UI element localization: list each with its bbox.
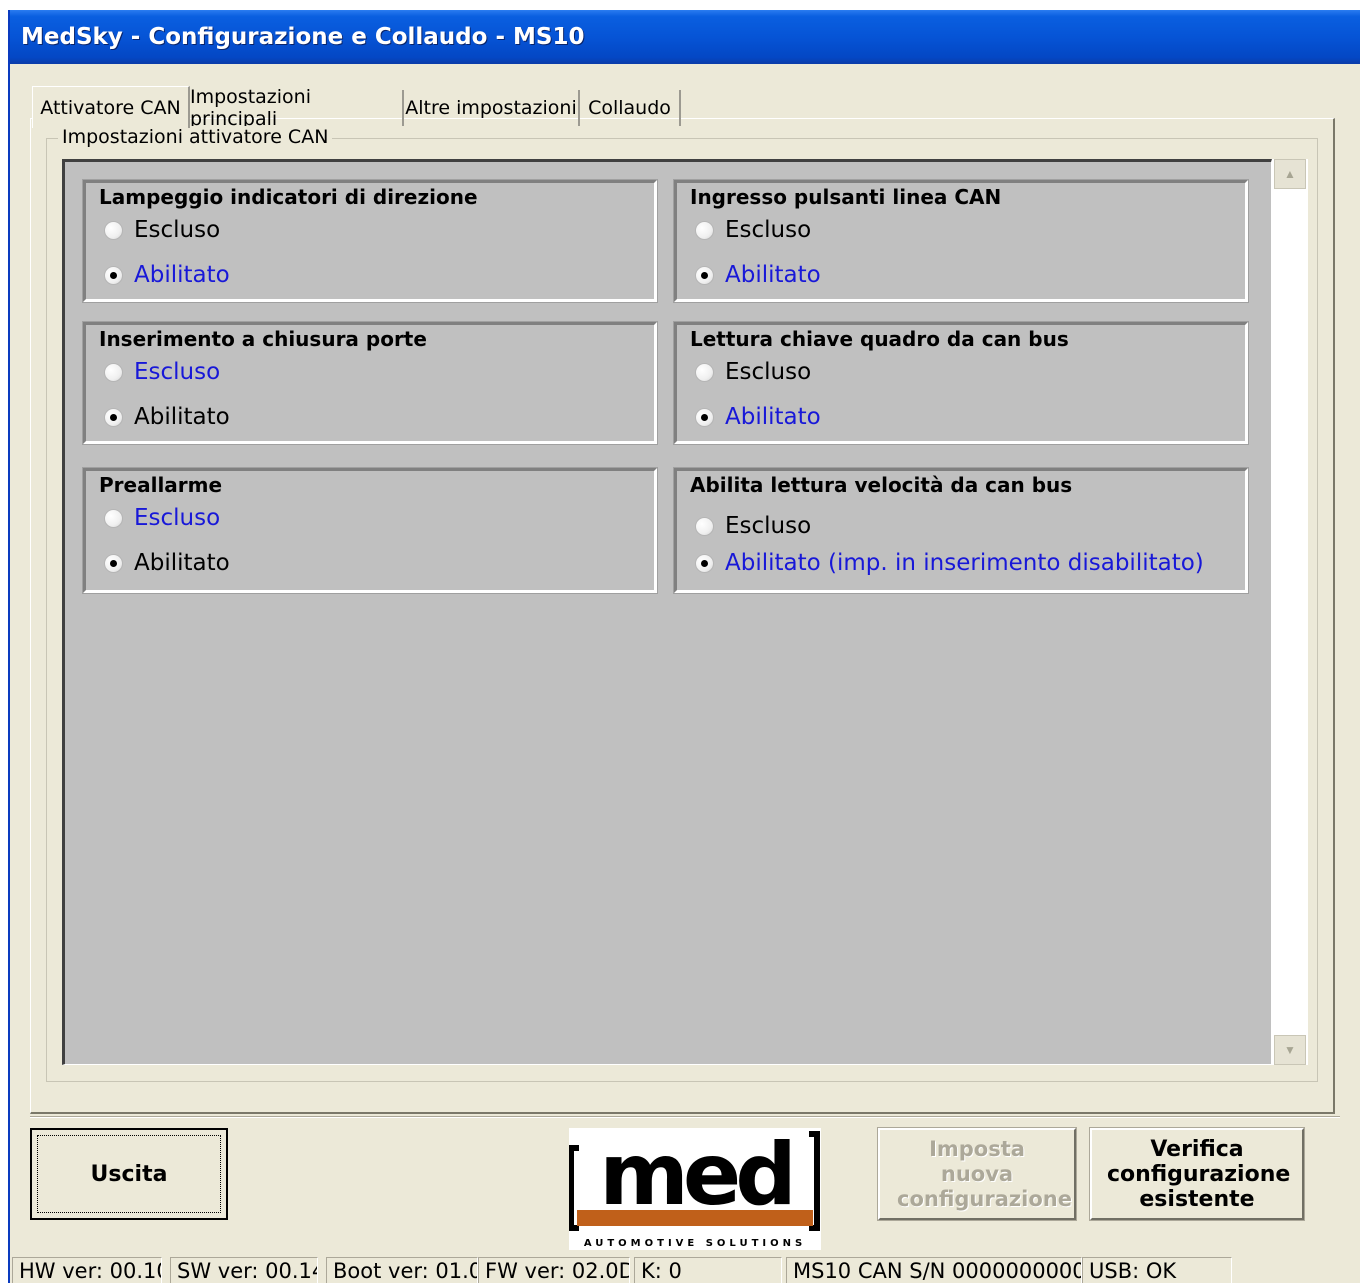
radio-checked-icon xyxy=(104,407,123,427)
radio-label: Abilitato xyxy=(134,404,230,430)
status-hw-version: HW ver: 00.10 xyxy=(12,1257,162,1283)
section-title: Preallarme xyxy=(99,473,223,497)
radio-inserimento-escluso[interactable]: Escluso xyxy=(104,359,220,385)
tab-collaudo[interactable]: Collaudo xyxy=(580,90,681,126)
focus-rectangle xyxy=(37,1135,221,1213)
radio-label: Abilitato xyxy=(725,262,821,288)
section-title: Inserimento a chiusura porte xyxy=(99,327,427,351)
radio-circle-icon xyxy=(104,362,123,382)
radio-checked-icon xyxy=(695,553,714,573)
section-lampeggio: Lampeggio indicatori di direzione Esclus… xyxy=(82,179,658,303)
section-title: Abilita lettura velocità da can bus xyxy=(690,473,1073,497)
new-configuration-button[interactable]: Imposta nuova configurazione xyxy=(877,1127,1077,1221)
window-title: MedSky - Configurazione e Collaudo - MS1… xyxy=(21,24,585,50)
logo-wordmark: med xyxy=(599,1128,791,1225)
status-k: K: 0 xyxy=(634,1257,782,1283)
radio-inserimento-abilitato[interactable]: Abilitato xyxy=(104,404,230,430)
radio-label: Escluso xyxy=(134,359,221,385)
group-legend: Impostazioni attivatore CAN xyxy=(58,126,333,148)
section-velocita: Abilita lettura velocità da can bus Escl… xyxy=(673,467,1249,594)
verify-configuration-button[interactable]: Verifica configurazione esistente xyxy=(1089,1127,1305,1221)
status-fw-version: FW ver: 02.0D xyxy=(478,1257,630,1283)
scroll-up-button[interactable]: ▲ xyxy=(1274,159,1306,189)
radio-label: Escluso xyxy=(725,359,812,385)
scroll-down-button[interactable]: ▼ xyxy=(1274,1035,1306,1065)
arrow-down-icon: ▼ xyxy=(1284,1043,1296,1057)
radio-checked-icon xyxy=(104,553,123,573)
radio-lampeggio-abilitato[interactable]: Abilitato xyxy=(104,262,230,288)
section-preallarme: Preallarme Escluso Abilitato xyxy=(82,467,658,594)
section-title: Lettura chiave quadro da can bus xyxy=(690,327,1069,351)
radio-lettura-chiave-escluso[interactable]: Escluso xyxy=(695,359,811,385)
tab-altre-impostazioni[interactable]: Altre impostazioni xyxy=(404,90,580,126)
tab-attivatore-can[interactable]: Attivatore CAN xyxy=(32,86,190,128)
tab-label: Altre impostazioni xyxy=(405,97,577,119)
section-ingresso: Ingresso pulsanti linea CAN Escluso Abil… xyxy=(673,179,1249,303)
radio-label: Abilitato xyxy=(134,550,230,576)
tab-label: Collaudo xyxy=(588,97,671,119)
title-bar[interactable]: MedSky - Configurazione e Collaudo - MS1… xyxy=(10,10,1360,64)
radio-velocita-escluso[interactable]: Escluso xyxy=(695,513,811,539)
radio-label: Abilitato xyxy=(134,262,230,288)
med-logo: med AUTOMOTIVE SOLUTIONS xyxy=(568,1125,821,1250)
radio-circle-icon xyxy=(104,220,123,240)
logo-tagline: AUTOMOTIVE SOLUTIONS xyxy=(584,1238,806,1249)
button-label: Imposta nuova configurazione xyxy=(897,1136,1072,1211)
radio-circle-icon xyxy=(695,516,714,536)
radio-lettura-chiave-abilitato[interactable]: Abilitato xyxy=(695,404,821,430)
status-serial-number: MS10 CAN S/N 000000000000 xyxy=(786,1257,1082,1283)
radio-checked-icon xyxy=(695,265,714,285)
radio-label: Escluso xyxy=(134,505,221,531)
app-window: MedSky - Configurazione e Collaudo - MS1… xyxy=(8,10,1360,1283)
radio-circle-icon xyxy=(104,508,123,528)
separator xyxy=(30,1116,1340,1118)
button-label: Verifica configurazione esistente xyxy=(1107,1136,1291,1212)
radio-label: Abilitato (imp. in inserimento disabilit… xyxy=(725,550,1204,576)
radio-checked-icon xyxy=(104,265,123,285)
section-title: Ingresso pulsanti linea CAN xyxy=(690,185,1002,209)
radio-label: Escluso xyxy=(134,217,221,243)
radio-ingresso-abilitato[interactable]: Abilitato xyxy=(695,262,821,288)
tab-label: Impostazioni principali xyxy=(190,86,311,130)
settings-scroll-area[interactable]: Lampeggio indicatori di direzione Esclus… xyxy=(62,159,1272,1065)
radio-circle-icon xyxy=(695,220,714,240)
radio-circle-icon xyxy=(695,362,714,382)
section-lettura-chiave: Lettura chiave quadro da can bus Escluso… xyxy=(673,321,1249,445)
vertical-scrollbar[interactable]: ▲ ▼ xyxy=(1272,159,1308,1065)
radio-label: Escluso xyxy=(725,217,812,243)
status-bar: HW ver: 00.10 SW ver: 00.14 Boot ver: 01… xyxy=(12,1256,1360,1283)
radio-preallarme-escluso[interactable]: Escluso xyxy=(104,505,220,531)
radio-label: Abilitato xyxy=(725,404,821,430)
radio-checked-icon xyxy=(695,407,714,427)
status-usb: USB: OK xyxy=(1082,1257,1232,1283)
med-logo-graphic: med AUTOMOTIVE SOLUTIONS xyxy=(568,1125,821,1250)
exit-button[interactable]: Uscita xyxy=(30,1128,228,1220)
radio-ingresso-escluso[interactable]: Escluso xyxy=(695,217,811,243)
tab-label: Attivatore CAN xyxy=(40,96,181,119)
section-inserimento: Inserimento a chiusura porte Escluso Abi… xyxy=(82,321,658,445)
radio-label: Escluso xyxy=(725,513,812,539)
arrow-up-icon: ▲ xyxy=(1284,167,1296,181)
radio-lampeggio-escluso[interactable]: Escluso xyxy=(104,217,220,243)
tab-impostazioni-principali[interactable]: Impostazioni principali xyxy=(190,86,404,130)
section-title: Lampeggio indicatori di direzione xyxy=(99,185,478,209)
status-sw-version: SW ver: 00.14 xyxy=(170,1257,318,1283)
radio-velocita-abilitato[interactable]: Abilitato (imp. in inserimento disabilit… xyxy=(695,550,1204,576)
status-boot-version: Boot ver: 01.00 xyxy=(326,1257,478,1283)
radio-preallarme-abilitato[interactable]: Abilitato xyxy=(104,550,230,576)
